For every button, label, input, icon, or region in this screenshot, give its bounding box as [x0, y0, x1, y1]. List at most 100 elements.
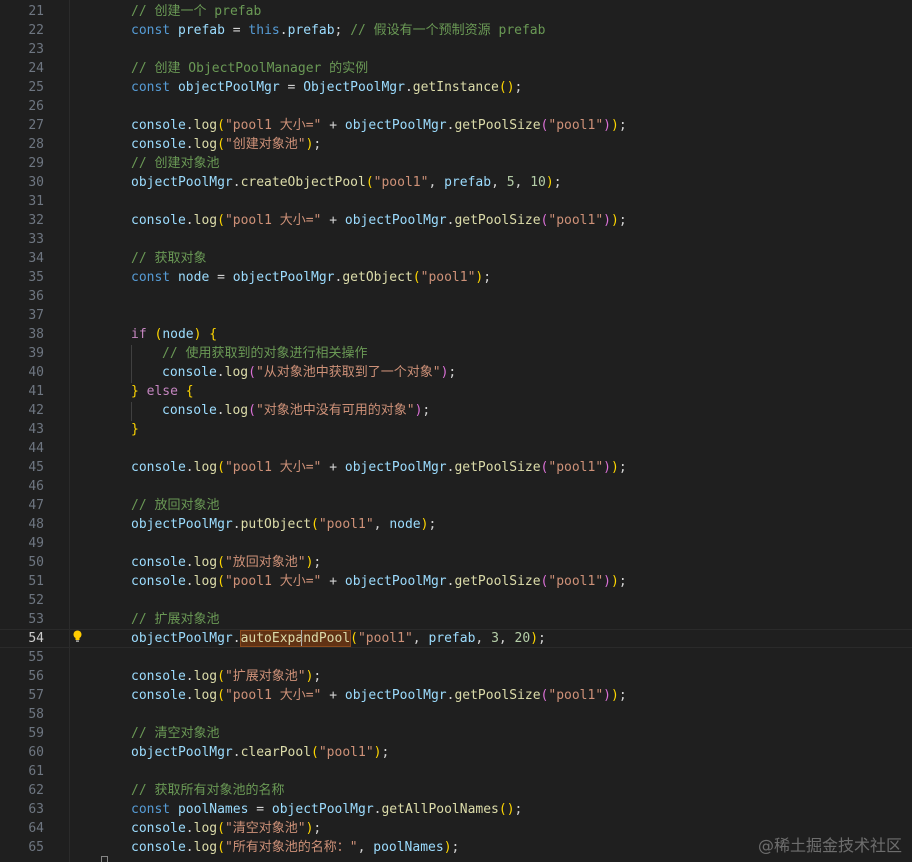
code-token: // 创建对象池	[131, 156, 220, 171]
code-line[interactable]: 43}	[0, 420, 912, 439]
code-token: "pool1 大小="	[224, 213, 322, 228]
code-line[interactable]: 31	[0, 192, 912, 211]
code-line[interactable]: 21 // 创建一个 prefab	[0, 2, 912, 21]
code-line[interactable]: 50 console.log("放回对象池");	[0, 553, 912, 572]
code-line[interactable]: 58	[0, 705, 912, 724]
line-number: 59	[28, 726, 44, 741]
code-token: ()	[498, 802, 515, 817]
line-number: 64	[28, 821, 44, 836]
code-line[interactable]: 55	[0, 648, 912, 667]
code-line[interactable]: 62 // 获取所有对象池的名称	[0, 781, 912, 800]
code-line[interactable]: 26	[0, 97, 912, 116]
code-token: createObjectPool	[240, 175, 366, 190]
code-line[interactable]: 46	[0, 477, 912, 496]
text-cursor	[301, 630, 302, 646]
code-line[interactable]: 29 // 创建对象池	[0, 154, 912, 173]
code-token: putObject	[240, 517, 312, 532]
code-token: ;	[618, 574, 627, 589]
code-token: ;	[618, 213, 627, 228]
line-code: // 扩展对象池	[131, 610, 219, 629]
code-line[interactable]: 57 console.log("pool1 大小=" + objectPoolMg…	[0, 686, 912, 705]
code-line[interactable]: 38 if (node) {	[0, 325, 912, 344]
code-line[interactable]: 41} else {	[0, 382, 912, 401]
code-token: .	[185, 688, 194, 703]
code-token: +	[321, 574, 345, 589]
code-line[interactable]: 32 console.log("pool1 大小=" + objectPoolMg…	[0, 211, 912, 230]
code-token: )	[443, 840, 452, 855]
code-line[interactable]: 54 objectPoolMgr.autoExpandPool("pool1", …	[0, 629, 912, 648]
code-token: )	[545, 175, 554, 190]
code-line[interactable]: 30 objectPoolMgr.createObjectPool("pool1"…	[0, 173, 912, 192]
code-line[interactable]: 42 console.log("对象池中没有可用的对象");	[0, 401, 912, 420]
code-token: "创建对象池"	[224, 137, 306, 152]
code-line[interactable]: 52	[0, 591, 912, 610]
code-line[interactable]: 27 console.log("pool1 大小=" + objectPoolMg…	[0, 116, 912, 135]
code-line[interactable]: 22 const prefab = this.prefab; // 假设有一个预制…	[0, 21, 912, 40]
code-token: ;	[618, 118, 627, 133]
code-token: .	[404, 80, 413, 95]
line-code: // 创建一个 prefab	[131, 2, 261, 21]
line-code: // 获取所有对象池的名称	[131, 781, 284, 800]
code-line[interactable]: 39 // 使用获取到的对象进行相关操作	[0, 344, 912, 363]
line-number: 29	[28, 156, 44, 171]
code-line[interactable]: 63 const poolNames = objectPoolMgr.getAll…	[0, 800, 912, 819]
code-token: )	[603, 118, 611, 133]
code-token: "pool1 大小="	[224, 688, 322, 703]
code-line[interactable]: 61	[0, 762, 912, 781]
code-token: const	[131, 23, 178, 38]
code-line[interactable]: 37	[0, 306, 912, 325]
code-line[interactable]: 33	[0, 230, 912, 249]
line-number: 28	[28, 137, 44, 152]
code-line[interactable]: 59 // 清空对象池	[0, 724, 912, 743]
fold-marker-icon[interactable]	[101, 856, 108, 862]
code-line[interactable]: 24 // 创建 ObjectPoolManager 的实例	[0, 59, 912, 78]
code-token: getPoolSize	[454, 688, 541, 703]
code-line[interactable]: 60 objectPoolMgr.clearPool("pool1");	[0, 743, 912, 762]
code-line[interactable]: 49	[0, 534, 912, 553]
code-token: log	[193, 688, 218, 703]
code-line[interactable]: 36	[0, 287, 912, 306]
code-token: {	[209, 327, 218, 342]
code-token: )	[611, 118, 619, 133]
code-token: {	[185, 384, 194, 399]
line-number: 33	[28, 232, 44, 247]
code-token: objectPoolMgr	[344, 213, 447, 228]
code-line[interactable]: 51 console.log("pool1 大小=" + objectPoolMg…	[0, 572, 912, 591]
code-editor[interactable]: 21// 创建一个 prefab 22 const prefab = this.pr…	[0, 0, 912, 862]
code-line[interactable]: 44	[0, 439, 912, 458]
code-token: .	[185, 669, 194, 684]
line-number: 61	[28, 764, 44, 779]
code-line[interactable]: 25 const objectPoolMgr = ObjectPoolMgr.ge…	[0, 78, 912, 97]
code-line[interactable]: 40 console.log("从对象池中获取到了一个对象");	[0, 363, 912, 382]
code-line[interactable]: 34 // 获取对象	[0, 249, 912, 268]
code-line[interactable]: 45 console.log("pool1 大小=" + objectPoolMg…	[0, 458, 912, 477]
line-number: 43	[28, 422, 44, 437]
line-code: console.log("pool1 大小=" + objectPoolMgr.…	[131, 572, 627, 591]
lightbulb-icon[interactable]	[72, 630, 83, 642]
code-token: ;	[313, 555, 322, 570]
code-line[interactable]: 48 objectPoolMgr.putObject("pool1", node)…	[0, 515, 912, 534]
line-code: console.log("对象池中没有可用的对象");	[162, 401, 430, 420]
code-token: console	[131, 213, 186, 228]
line-number: 40	[28, 365, 44, 380]
code-token: this	[248, 23, 280, 38]
code-line[interactable]: 56 console.log("扩展对象池");	[0, 667, 912, 686]
code-line[interactable]: 47 // 放回对象池	[0, 496, 912, 515]
code-line[interactable]: 23	[0, 40, 912, 59]
code-token: ;	[618, 688, 627, 703]
code-token: console	[131, 137, 186, 152]
code-token: "pool1 大小="	[224, 574, 322, 589]
line-number: 22	[28, 23, 44, 38]
code-token: (	[365, 175, 374, 190]
code-line[interactable]: 35 const node = objectPoolMgr.getObject("…	[0, 268, 912, 287]
code-token: ;	[514, 802, 523, 817]
code-token: (	[217, 669, 225, 684]
code-line[interactable]: 53 // 扩展对象池	[0, 610, 912, 629]
code-token: ;	[422, 403, 431, 418]
code-token: // 获取对象	[131, 251, 207, 266]
line-number: 50	[28, 555, 44, 570]
code-token: )	[603, 460, 611, 475]
code-line[interactable]: 28 console.log("创建对象池");	[0, 135, 912, 154]
line-number: 21	[28, 4, 44, 19]
line-code: // 使用获取到的对象进行相关操作	[162, 344, 367, 363]
